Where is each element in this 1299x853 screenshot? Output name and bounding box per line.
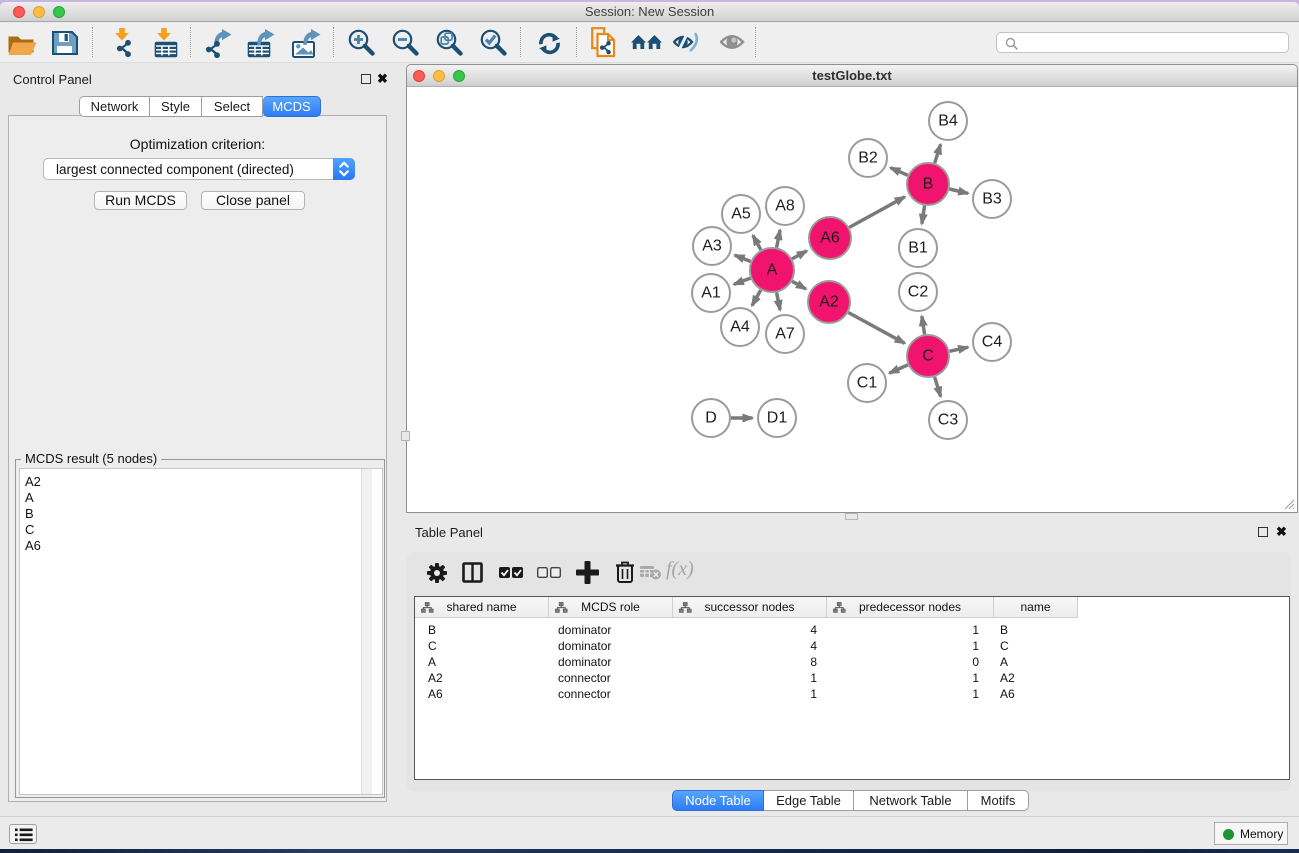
svg-text:B4: B4 xyxy=(938,113,958,130)
svg-text:A: A xyxy=(767,262,778,279)
svg-text:C3: C3 xyxy=(938,412,959,429)
svg-text:C4: C4 xyxy=(982,334,1003,351)
svg-text:C1: C1 xyxy=(857,375,878,392)
svg-text:B2: B2 xyxy=(858,150,878,167)
svg-text:D: D xyxy=(705,410,717,427)
svg-text:A8: A8 xyxy=(775,198,795,215)
svg-text:D1: D1 xyxy=(767,410,788,427)
svg-text:C2: C2 xyxy=(908,284,929,301)
svg-text:B1: B1 xyxy=(908,240,928,257)
svg-text:B: B xyxy=(923,176,934,193)
svg-text:A7: A7 xyxy=(775,326,795,343)
svg-text:C: C xyxy=(922,348,934,365)
svg-text:A2: A2 xyxy=(819,294,839,311)
svg-text:A5: A5 xyxy=(731,206,751,223)
svg-text:A6: A6 xyxy=(820,230,840,247)
svg-text:B3: B3 xyxy=(982,191,1002,208)
svg-text:A4: A4 xyxy=(730,319,750,336)
svg-text:A1: A1 xyxy=(701,285,721,302)
svg-text:A3: A3 xyxy=(702,238,722,255)
